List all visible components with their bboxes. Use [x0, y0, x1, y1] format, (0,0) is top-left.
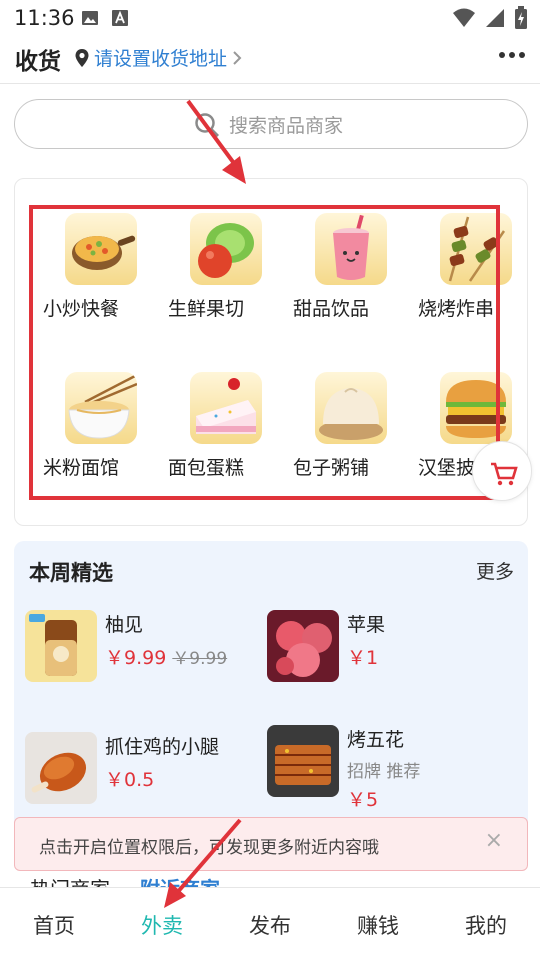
search-icon: [195, 113, 219, 137]
noodle-bowl-icon: [65, 372, 137, 444]
category-item-noodles[interactable]: 米粉面馆: [43, 372, 163, 492]
image-icon: [82, 11, 98, 25]
floating-cart-button[interactable]: [472, 441, 532, 501]
product-card[interactable]: 抓住鸡的小腿 ￥0.5: [25, 732, 255, 812]
product-price: ￥9.99 ￥9.99: [105, 647, 228, 669]
product-image-apple: [267, 610, 339, 682]
search-input[interactable]: 搜索商品商家: [14, 99, 528, 149]
chevron-right-icon: [233, 50, 242, 65]
product-image-drink: [25, 610, 97, 682]
category-label: 生鲜果切: [168, 298, 245, 320]
product-card[interactable]: 烤五花 招牌 推荐 ￥5: [267, 725, 517, 821]
signal-icon: [486, 9, 504, 27]
category-item-stir-fry[interactable]: 小炒快餐: [43, 213, 163, 333]
nearby-merchants-link[interactable]: 附近商家: [140, 873, 220, 887]
location-permission-banner[interactable]: 点击开启位置权限后，可发现更多附近内容哦 ×: [14, 817, 528, 871]
bottom-tab-bar: 首页 外卖 发布 赚钱 我的: [0, 887, 540, 960]
address-selector[interactable]: 请设置收货地址: [74, 44, 243, 71]
drink-cup-icon: [315, 213, 387, 285]
stir-fry-pan-icon: [65, 213, 137, 285]
product-tags: 招牌 推荐: [347, 762, 421, 782]
product-name: 苹果: [347, 614, 386, 636]
weekly-picks-section: 本周精选 更多 柚见 ￥9.99 ￥9.99 苹果 ￥1 抓住鸡的小腿 ￥0.5…: [14, 541, 528, 861]
product-name: 烤五花: [347, 729, 405, 751]
fresh-fruit-icon: [190, 213, 262, 285]
cart-icon: [491, 462, 518, 486]
category-label: 小炒快餐: [43, 298, 120, 320]
banner-text: 点击开启位置权限后，可发现更多附近内容哦: [39, 838, 379, 858]
tab-earn[interactable]: 赚钱: [324, 910, 432, 940]
category-label: 烧烤炸串: [418, 298, 495, 320]
product-price: ￥1: [347, 647, 379, 669]
more-dots-icon[interactable]: [498, 50, 526, 60]
page-title: 收货: [15, 49, 61, 75]
category-item-cake[interactable]: 面包蛋糕: [168, 372, 288, 492]
section-title: 本周精选: [29, 561, 113, 585]
tab-home[interactable]: 首页: [0, 910, 108, 940]
category-item-buns[interactable]: 包子粥铺: [293, 372, 413, 492]
status-time: 11:36: [14, 6, 75, 30]
more-link[interactable]: 更多: [476, 557, 514, 584]
close-icon[interactable]: ×: [485, 828, 503, 853]
wifi-icon: [453, 8, 475, 27]
search-placeholder: 搜索商品商家: [229, 115, 344, 137]
category-label: 甜品饮品: [293, 298, 370, 320]
product-card[interactable]: 柚见 ￥9.99 ￥9.99: [25, 610, 255, 690]
skewers-icon: [440, 213, 512, 285]
battery-charging-icon: [515, 6, 527, 29]
burger-icon: [440, 372, 512, 444]
product-price: ￥5: [347, 789, 379, 811]
product-card[interactable]: 苹果 ￥1: [267, 610, 517, 690]
product-price: ￥0.5: [105, 769, 155, 791]
category-item-bbq[interactable]: 烧烤炸串: [418, 213, 538, 333]
tab-mine[interactable]: 我的: [432, 910, 540, 940]
product-image-grilled-pork: [267, 725, 339, 797]
product-old-price: ￥9.99: [172, 649, 228, 669]
status-right-icons: [452, 6, 528, 30]
steamed-bun-icon: [315, 372, 387, 444]
category-grid: 小炒快餐 生鲜果切 甜品饮品 烧烤炸串 米粉面馆 面包蛋糕 包子粥铺 汉堡披: [14, 178, 528, 526]
category-label: 米粉面馆: [43, 457, 120, 479]
address-label: 请设置收货地址: [94, 48, 228, 70]
product-name: 抓住鸡的小腿: [105, 736, 220, 758]
hot-merchants-header: 热门商家 附近商家: [0, 871, 540, 887]
category-label: 面包蛋糕: [168, 457, 245, 479]
category-label: 包子粥铺: [293, 457, 370, 479]
product-image-chicken-leg: [25, 732, 97, 804]
status-bar: 11:36: [0, 0, 540, 36]
hot-merchants-label: 热门商家: [30, 873, 110, 887]
category-item-dessert-drinks[interactable]: 甜品饮品: [293, 213, 413, 333]
tab-takeout[interactable]: 外卖: [108, 910, 216, 940]
product-name: 柚见: [105, 614, 144, 636]
location-pin-icon: [75, 48, 89, 67]
header: 收货 请设置收货地址: [0, 36, 540, 84]
category-item-fresh-fruit[interactable]: 生鲜果切: [168, 213, 288, 333]
status-left-icons: [80, 8, 130, 28]
a-text-icon: [112, 10, 128, 26]
cake-icon: [190, 372, 262, 444]
tab-publish[interactable]: 发布: [216, 910, 324, 940]
